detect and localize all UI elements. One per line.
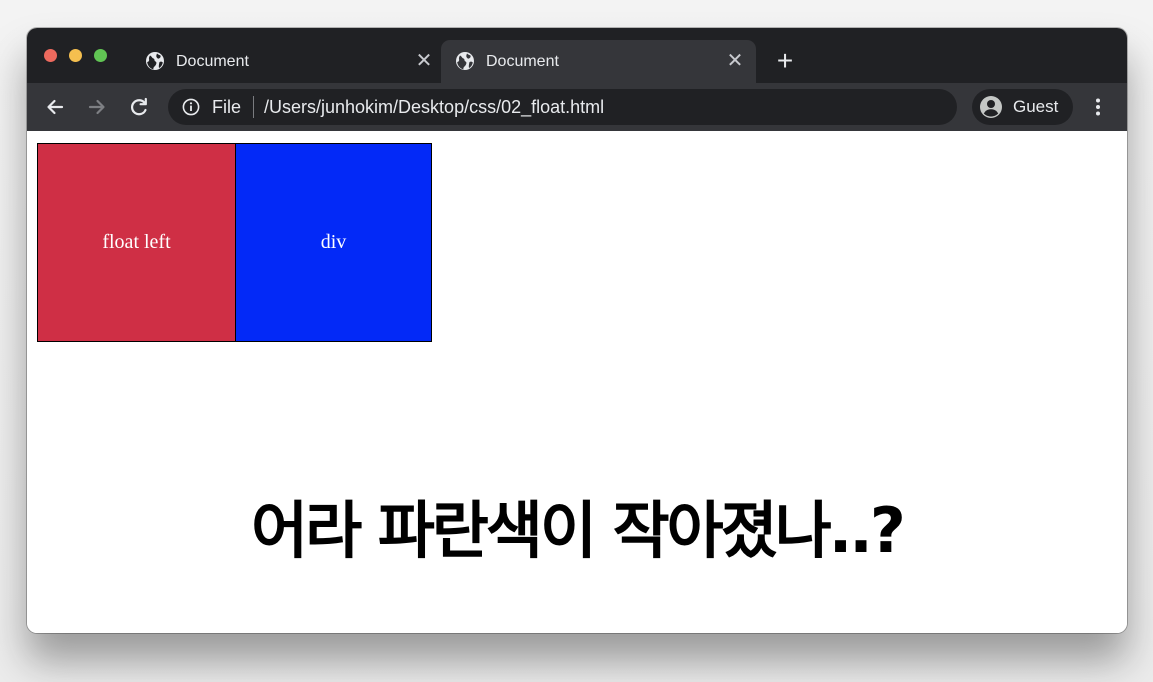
tab-close-icon[interactable]: ✕ (724, 50, 746, 72)
guest-avatar-icon (980, 96, 1002, 118)
url-text[interactable]: /Users/junhokim/Desktop/css/02_float.htm… (264, 97, 604, 117)
page-viewport: float left div 어라 파란색이 작아졌나..? (27, 131, 1127, 633)
div-box: div (235, 143, 432, 342)
tab-document-2[interactable]: Document ✕ (441, 40, 756, 83)
tab-close-icon[interactable]: ✕ (413, 50, 435, 72)
tab-document-1[interactable]: Document ✕ (131, 40, 445, 83)
profile-label: Guest (1013, 97, 1059, 116)
window-close-button[interactable] (44, 49, 57, 62)
profile-button[interactable]: Guest (972, 89, 1073, 125)
div-label: div (320, 231, 347, 253)
float-left-box: float left (37, 143, 236, 342)
info-icon[interactable] (182, 98, 200, 116)
back-arrow-icon[interactable] (41, 93, 69, 121)
tab-title: Document (176, 53, 249, 70)
globe-icon (146, 52, 164, 70)
browser-window: Document ✕ Document ✕ + File /Users/junh… (27, 28, 1127, 633)
address-bar[interactable]: File /Users/junhokim/Desktop/css/02_floa… (168, 89, 957, 125)
new-tab-button[interactable]: + (770, 47, 800, 77)
float-left-label: float left (102, 231, 171, 253)
kebab-menu-icon[interactable] (1087, 93, 1109, 121)
overlay-caption: 어라 파란색이 작아졌나..? (251, 494, 906, 567)
tab-title: Document (486, 53, 559, 70)
window-minimize-button[interactable] (69, 49, 82, 62)
tab-strip: Document ✕ Document ✕ + (27, 28, 1127, 83)
forward-arrow-icon[interactable] (83, 93, 111, 121)
reload-icon[interactable] (125, 93, 153, 121)
browser-toolbar: File /Users/junhokim/Desktop/css/02_floa… (27, 83, 1127, 131)
address-divider (253, 96, 254, 118)
globe-icon (456, 52, 474, 70)
window-zoom-button[interactable] (94, 49, 107, 62)
url-scheme-label: File (212, 97, 242, 117)
